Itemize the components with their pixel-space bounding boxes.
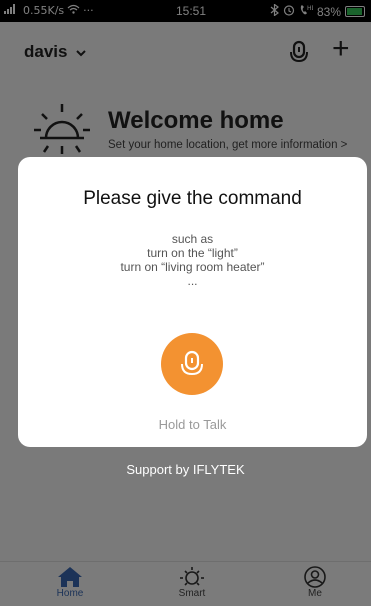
- examples-ellipsis: ...: [187, 274, 198, 288]
- dialog-title: Please give the command: [83, 188, 302, 209]
- example-item: turn on “living room heater”: [120, 260, 265, 274]
- voice-command-dialog: Please give the command such as turn on …: [18, 157, 367, 447]
- support-credit: Support by IFLYTEK: [126, 462, 245, 477]
- example-item: turn on the “light”: [147, 246, 238, 260]
- hold-to-talk-label: Hold to Talk: [158, 417, 227, 432]
- command-examples: such as turn on the “light” turn on “liv…: [18, 232, 367, 288]
- examples-intro: such as: [171, 232, 214, 246]
- hold-to-talk-button[interactable]: [161, 333, 223, 395]
- microphone-icon: [181, 350, 203, 376]
